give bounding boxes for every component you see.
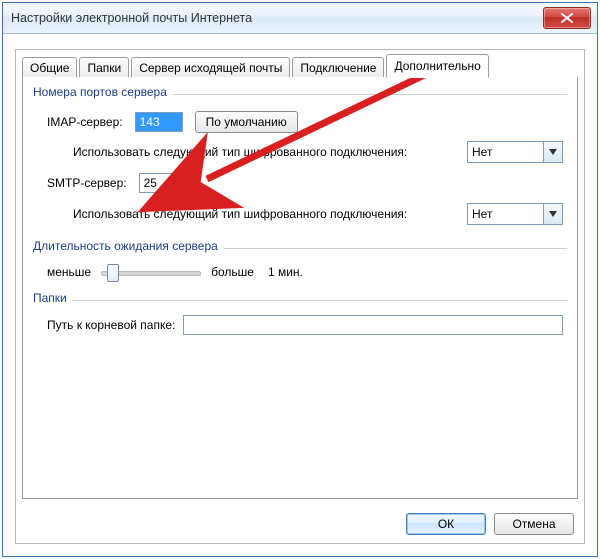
close-icon bbox=[561, 13, 573, 23]
tab-label: Сервер исходящей почты bbox=[139, 61, 282, 75]
tab-content-advanced: Номера портов сервера IMAP-сервер: По ум… bbox=[22, 77, 578, 499]
tab-general[interactable]: Общие bbox=[22, 57, 77, 78]
root-folder-input[interactable] bbox=[183, 315, 563, 335]
timeout-slider[interactable] bbox=[101, 263, 201, 281]
smtp-port-input[interactable] bbox=[139, 173, 187, 193]
tab-connection[interactable]: Подключение bbox=[292, 57, 384, 78]
dialog-window: Настройки электронной почты Интернета Об… bbox=[2, 2, 598, 557]
root-folder-label: Путь к корневой папке: bbox=[47, 318, 175, 332]
tab-label: Общие bbox=[30, 61, 69, 75]
button-label: Отмена bbox=[512, 517, 555, 531]
ok-button[interactable]: ОК bbox=[406, 513, 486, 535]
button-label: По умолчанию bbox=[206, 115, 287, 129]
cancel-button[interactable]: Отмена bbox=[494, 513, 574, 535]
chevron-down-icon bbox=[543, 142, 562, 162]
timeout-more-label: больше bbox=[211, 265, 254, 279]
imap-encryption-combo[interactable]: Нет bbox=[467, 141, 563, 163]
dialog-footer: ОК Отмена bbox=[406, 513, 574, 535]
tab-outgoing[interactable]: Сервер исходящей почты bbox=[131, 57, 290, 78]
group-server-ports: Номера портов сервера IMAP-сервер: По ум… bbox=[33, 85, 567, 235]
imap-label: IMAP-сервер: bbox=[47, 115, 123, 129]
window-close-button[interactable] bbox=[543, 7, 591, 29]
slider-thumb[interactable] bbox=[107, 264, 119, 282]
group-legend-folders: Папки bbox=[33, 291, 73, 305]
group-divider bbox=[33, 300, 567, 301]
combo-value: Нет bbox=[468, 145, 543, 159]
smtp-encryption-label: Использовать следующий тип шифрованного … bbox=[73, 207, 467, 221]
tab-strip: Общие Папки Сервер исходящей почты Подкл… bbox=[22, 55, 578, 78]
tab-label: Папки bbox=[87, 61, 121, 75]
group-timeout: Длительность ожидания сервера меньше бол… bbox=[33, 239, 567, 285]
group-folders: Папки Путь к корневой папке: bbox=[33, 291, 567, 341]
smtp-label: SMTP-сервер: bbox=[47, 176, 127, 190]
dialog-body: Общие Папки Сервер исходящей почты Подкл… bbox=[15, 49, 585, 544]
tab-folders[interactable]: Папки bbox=[79, 57, 129, 78]
timeout-value: 1 мин. bbox=[268, 265, 303, 279]
timeout-less-label: меньше bbox=[47, 265, 91, 279]
tab-advanced[interactable]: Дополнительно bbox=[386, 54, 488, 78]
chevron-down-icon bbox=[543, 204, 562, 224]
defaults-button[interactable]: По умолчанию bbox=[195, 111, 298, 133]
tab-label: Подключение bbox=[300, 61, 376, 75]
imap-encryption-label: Использовать следующий тип шифрованного … bbox=[73, 145, 467, 159]
title-bar: Настройки электронной почты Интернета bbox=[3, 3, 597, 34]
combo-value: Нет bbox=[468, 207, 543, 221]
group-legend-ports: Номера портов сервера bbox=[33, 85, 173, 99]
group-legend-timeout: Длительность ожидания сервера bbox=[33, 239, 224, 253]
imap-port-input[interactable] bbox=[135, 112, 183, 132]
smtp-encryption-combo[interactable]: Нет bbox=[467, 203, 563, 225]
window-title: Настройки электронной почты Интернета bbox=[9, 11, 543, 25]
button-label: ОК bbox=[438, 517, 454, 531]
tab-label: Дополнительно bbox=[394, 59, 480, 73]
